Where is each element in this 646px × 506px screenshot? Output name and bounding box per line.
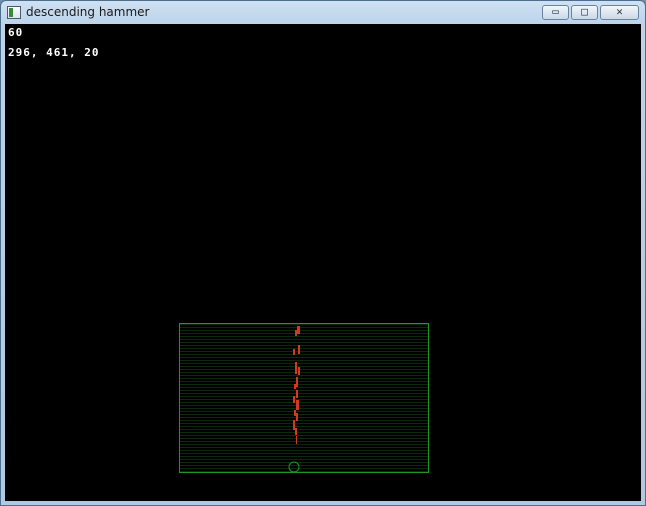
particle (295, 428, 297, 435)
particle (295, 362, 297, 374)
particle (296, 436, 297, 444)
game-canvas[interactable]: 60 296, 461, 20 (5, 24, 641, 501)
maximize-icon: □ (581, 5, 588, 18)
particle (295, 330, 297, 336)
falling-particles (293, 326, 300, 444)
coordinates-readout: 296, 461, 20 (8, 46, 100, 59)
particle (294, 384, 296, 389)
particle (296, 377, 298, 387)
minimize-icon: ▭ (552, 5, 559, 18)
particle (293, 420, 295, 430)
particle (296, 413, 298, 421)
player-ring-icon (288, 461, 300, 472)
particle (293, 396, 295, 403)
app-window: descending hammer ▭ □ ✕ 60 296, 461, 20 (0, 0, 646, 506)
title-bar[interactable]: descending hammer ▭ □ ✕ (1, 1, 645, 24)
maximize-button[interactable]: □ (571, 5, 598, 20)
particle (294, 410, 296, 416)
particle (298, 345, 300, 354)
particle (296, 390, 298, 398)
particle (297, 326, 300, 334)
app-window-icon[interactable] (7, 6, 21, 19)
fps-counter: 60 (8, 26, 24, 39)
arena-graphics (288, 326, 300, 472)
play-arena (179, 323, 429, 473)
particle (296, 400, 299, 410)
close-button[interactable]: ✕ (600, 5, 639, 20)
close-icon: ✕ (616, 5, 623, 18)
window-controls: ▭ □ ✕ (540, 5, 639, 20)
window-title: descending hammer (26, 5, 150, 19)
particle (293, 349, 295, 355)
minimize-button[interactable]: ▭ (542, 5, 569, 20)
particle (298, 367, 300, 375)
